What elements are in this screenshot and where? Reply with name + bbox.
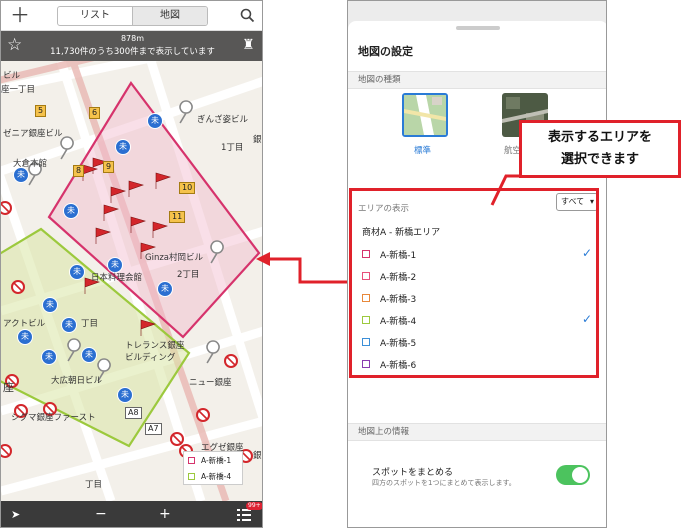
callout-line-1: 表示するエリアを (547, 130, 652, 145)
callout-line-2: 選択できます (560, 152, 639, 167)
callout-box: 表示するエリアを 選択できます (519, 120, 681, 178)
annotation-arrows (256, 174, 530, 284)
